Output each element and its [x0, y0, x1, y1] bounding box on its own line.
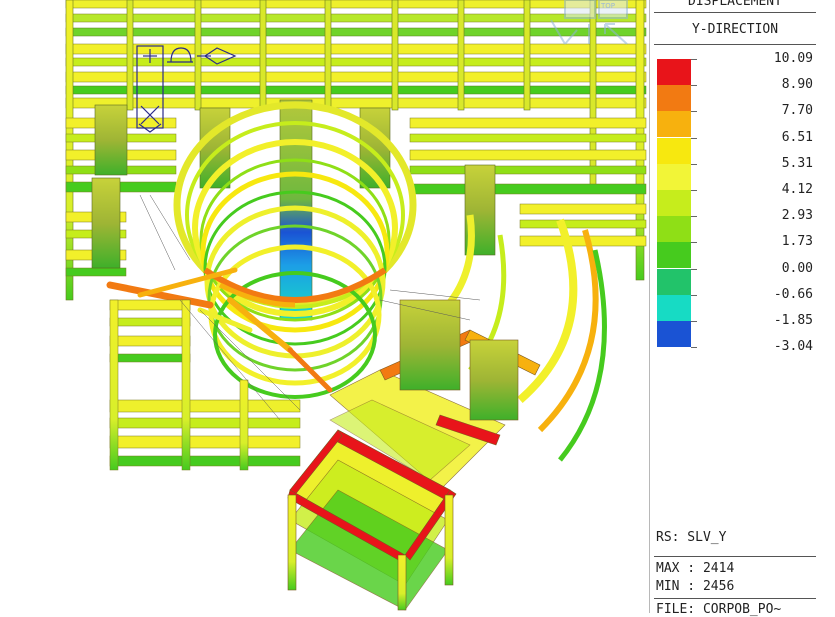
legend-value: 8.90 — [781, 77, 813, 93]
legend-tick — [691, 268, 697, 270]
legend-color-swatch — [657, 85, 691, 112]
legend-tick — [691, 163, 697, 165]
view-cube-label: TOP — [600, 2, 615, 10]
max-node-label: MAX : 2414 — [656, 561, 735, 576]
legend-tick — [691, 216, 697, 218]
legend-value: 6.51 — [781, 129, 813, 145]
legend-tick — [691, 321, 697, 322]
structural-model-3d[interactable] — [0, 0, 647, 613]
right-slab-group — [409, 117, 647, 247]
legend-title: DISPLACEMENT — [688, 0, 782, 9]
model-viewport[interactable]: TOP — [0, 0, 647, 613]
legend-color-swatch — [657, 321, 691, 347]
legend-value: -3.04 — [773, 339, 813, 355]
view-cube[interactable]: TOP — [545, 0, 633, 48]
view-cube-top-face — [564, 0, 596, 19]
legend-value: 1.73 — [781, 234, 813, 250]
legend-color-swatch — [657, 242, 691, 269]
min-node-label: MIN : 2456 — [656, 579, 735, 594]
divider — [654, 556, 816, 557]
legend-value: 5.31 — [781, 155, 813, 171]
legend-color-swatch — [657, 190, 691, 216]
legend-tick — [691, 59, 697, 60]
legend-tick — [691, 111, 697, 113]
legend-color-swatch — [657, 268, 691, 295]
rotate-icon[interactable] — [167, 47, 193, 63]
file-label: FILE: CORPOB_PO~ — [656, 602, 782, 617]
legend-color-swatch — [657, 216, 691, 243]
legend-color-swatch — [657, 59, 691, 85]
zoom-icon[interactable] — [143, 49, 157, 63]
legend-value: 7.70 — [781, 103, 813, 119]
legend-value: 10.09 — [773, 51, 813, 66]
legend-color-swatch — [657, 294, 691, 321]
legend-panel: DISPLACEMENT Y-DIRECTION 10.09 8.90 7.70 6.… — [649, 0, 835, 617]
legend-tick — [691, 347, 697, 349]
legend-color-swatch — [657, 111, 691, 138]
legend-tick — [691, 242, 697, 244]
legend-color-swatch — [657, 137, 691, 164]
legend-subtitle: Y-DIRECTION — [691, 22, 779, 37]
front-wing-group — [287, 299, 541, 611]
legend-tick — [691, 294, 697, 296]
divider — [654, 44, 816, 45]
load-case-label: RS: SLV_Y — [656, 530, 727, 545]
legend-value: -0.66 — [773, 286, 813, 302]
legend-value: 4.12 — [781, 182, 813, 197]
legend-color-swatch — [657, 163, 691, 190]
pan-icon[interactable] — [197, 47, 237, 65]
legend-tick — [691, 137, 697, 139]
divider — [654, 598, 816, 599]
legend-tick — [691, 85, 697, 87]
legend-value: 2.93 — [781, 208, 813, 224]
divider — [654, 12, 816, 13]
navigation-gizmo[interactable] — [135, 44, 245, 134]
legend-value: 0.00 — [781, 260, 813, 276]
legend-tick — [691, 190, 697, 191]
legend-value: -1.85 — [773, 313, 813, 328]
